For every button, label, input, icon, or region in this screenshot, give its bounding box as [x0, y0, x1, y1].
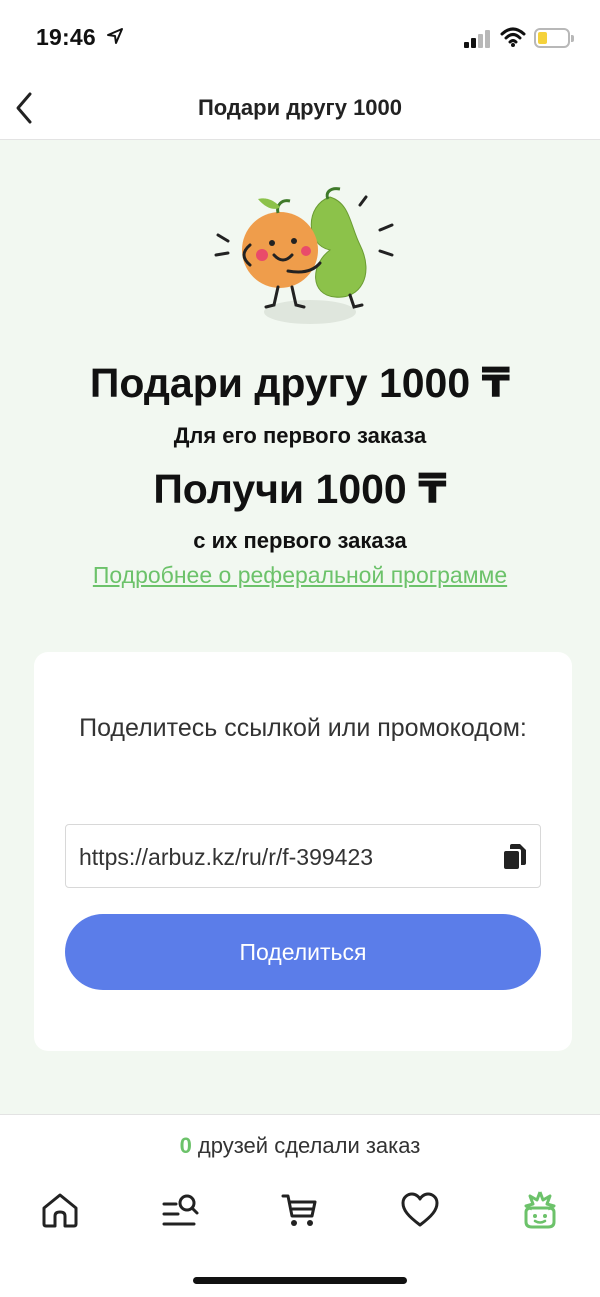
location-arrow-icon — [107, 28, 124, 44]
hero-title: Подари другу 1000 ₸ — [89, 360, 511, 406]
time-text: 19:46 — [36, 24, 96, 50]
cellular-signal-icon — [464, 30, 492, 48]
hero-subtitle-first-order: Для его первого заказа — [173, 423, 427, 448]
navigation-bar: Подари другу 1000 — [0, 76, 600, 140]
battery-icon — [534, 28, 574, 48]
friends-text: друзей сделали заказ — [197, 1133, 421, 1158]
tab-home[interactable] — [30, 1185, 90, 1235]
fruit-mascot-illustration — [214, 187, 394, 324]
profile-mascot-icon — [524, 1191, 556, 1229]
status-bar: 19:46 — [0, 0, 600, 76]
share-prompt: Поделитесь ссылкой или промокодом: — [79, 714, 527, 742]
referral-link-text: https://arbuz.kz/ru/r/f-399423 — [79, 844, 374, 870]
copy-icon[interactable] — [502, 843, 528, 871]
tab-catalog-search[interactable] — [150, 1185, 210, 1235]
home-indicator — [193, 1277, 407, 1284]
heart-icon — [401, 1192, 439, 1227]
hero-title-receive: Получи 1000 ₸ — [153, 466, 447, 512]
bottom-panel: 0 друзей сделали заказ — [0, 1114, 600, 1297]
share-card: Поделитесь ссылкой или промокодом: https… — [34, 652, 572, 1051]
friends-count: 0 — [179, 1133, 192, 1158]
cart-icon — [281, 1194, 317, 1226]
friends-ordered-status: 0 друзей сделали заказ — [0, 1133, 600, 1159]
status-time: 19:46 — [36, 24, 124, 51]
catalog-search-icon — [162, 1194, 199, 1226]
wifi-icon — [500, 27, 526, 47]
tab-favorites[interactable] — [390, 1185, 450, 1235]
referral-link-field[interactable]: https://arbuz.kz/ru/r/f-399423 — [65, 824, 541, 888]
home-icon — [42, 1193, 78, 1228]
page-title: Подари другу 1000 — [197, 95, 403, 120]
tab-referral[interactable] — [510, 1185, 570, 1235]
hero-subtitle-their-order: с их первого заказа — [193, 528, 407, 553]
referral-program-link[interactable]: Подробнее о реферальной программе — [0, 562, 600, 589]
tab-bar — [0, 1185, 600, 1235]
share-button[interactable]: Поделиться — [65, 914, 541, 990]
tab-cart[interactable] — [270, 1185, 330, 1235]
